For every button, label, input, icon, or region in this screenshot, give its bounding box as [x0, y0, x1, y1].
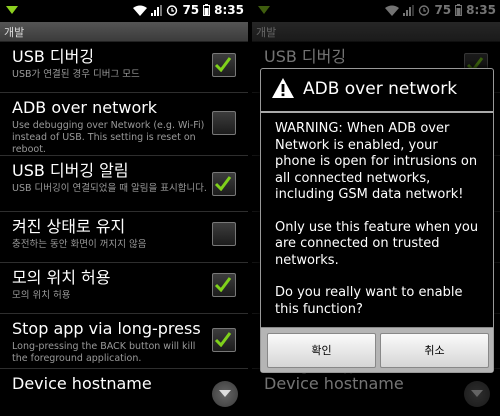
signal-icon — [151, 4, 163, 16]
setting-summary: Use debugging over Network (e.g. Wi-Fi) … — [12, 120, 205, 155]
battery-icon — [203, 4, 211, 16]
hostname-dropdown[interactable] — [212, 381, 238, 407]
setting-summary: Long-pressing the BACK button will kill … — [12, 341, 196, 364]
setting-summary: USB 디버깅이 연결되었을 때 알림을 표시합니다. — [12, 183, 207, 194]
mock-locations-checkbox[interactable] — [212, 273, 236, 297]
page-title: 개발 — [4, 26, 25, 39]
checkmark-icon — [214, 57, 232, 72]
setting-device-hostname[interactable]: Device hostname — [0, 369, 248, 416]
settings-list: USB 디버깅 USB가 연결된 경우 디버그 모드 ADB over netw… — [0, 42, 248, 416]
cancel-button[interactable]: 취소 — [380, 333, 489, 368]
setting-stay-awake[interactable]: 켜진 상태로 유지 충전하는 동안 화면이 꺼지지 않음 — [0, 212, 248, 263]
checkmark-icon — [214, 176, 232, 191]
settings-screen-with-dialog: 75 8:35 개발 USB 디버깅 USB가 연결된 경우 디버그 모드 Lo… — [252, 0, 500, 416]
setting-title: USB 디버깅 알림 — [12, 161, 129, 180]
chevron-down-icon — [219, 390, 231, 397]
download-notification-icon — [6, 6, 18, 14]
usb-debugging-notify-checkbox[interactable] — [212, 172, 236, 196]
dialog-paragraph: Only use this feature when you are conne… — [275, 219, 479, 268]
setting-title: USB 디버깅 — [12, 47, 95, 66]
adb-warning-dialog: ADB over network WARNING: When ADB over … — [260, 68, 494, 373]
status-bar: 75 8:35 — [0, 0, 248, 22]
adb-over-network-checkbox[interactable] — [212, 111, 236, 135]
setting-title: ADB over network — [12, 98, 158, 117]
clock: 8:35 — [214, 3, 244, 17]
checkmark-icon — [214, 277, 232, 292]
setting-title: Stop app via long-press — [12, 319, 201, 338]
setting-summary: 모의 위치 허용 — [12, 290, 71, 301]
dialog-paragraph: Do you really want to enable this functi… — [275, 285, 463, 317]
setting-mock-locations[interactable]: 모의 위치 허용 모의 위치 허용 — [0, 263, 248, 314]
dialog-header: ADB over network — [261, 69, 493, 113]
setting-usb-debugging-notify[interactable]: USB 디버깅 알림 USB 디버깅이 연결되었을 때 알림을 표시합니다. — [0, 156, 248, 212]
stay-awake-checkbox[interactable] — [212, 222, 236, 246]
setting-adb-over-network[interactable]: ADB over network Use debugging over Netw… — [0, 93, 248, 156]
ok-button[interactable]: 확인 — [267, 333, 376, 368]
stop-app-checkbox[interactable] — [212, 328, 236, 352]
setting-title: Device hostname — [12, 374, 152, 393]
dialog-message: WARNING: When ADB over Network is enable… — [275, 121, 481, 334]
dialog-title: ADB over network — [303, 79, 458, 99]
alarm-icon — [167, 5, 178, 16]
battery-level: 75 — [182, 3, 200, 17]
setting-summary: 충전하는 동안 화면이 꺼지지 않음 — [12, 239, 147, 250]
setting-stop-app-long-press[interactable]: Stop app via long-press Long-pressing th… — [0, 314, 248, 369]
warning-icon — [272, 78, 294, 98]
wifi-icon — [133, 5, 148, 16]
settings-screen: 75 8:35 개발 USB 디버깅 USB가 연결된 경우 디버그 모드 AD… — [0, 0, 248, 416]
usb-debugging-checkbox[interactable] — [212, 53, 236, 77]
setting-summary: USB가 연결된 경우 디버그 모드 — [12, 69, 140, 80]
dialog-button-bar: 확인 취소 — [261, 327, 493, 372]
dialog-paragraph: WARNING: When ADB over Network is enable… — [275, 121, 478, 202]
checkmark-icon — [214, 332, 232, 347]
setting-title: 모의 위치 허용 — [12, 268, 111, 287]
setting-title: 켜진 상태로 유지 — [12, 217, 126, 236]
title-bar: 개발 — [0, 22, 248, 42]
setting-usb-debugging[interactable]: USB 디버깅 USB가 연결된 경우 디버그 모드 — [0, 42, 248, 93]
